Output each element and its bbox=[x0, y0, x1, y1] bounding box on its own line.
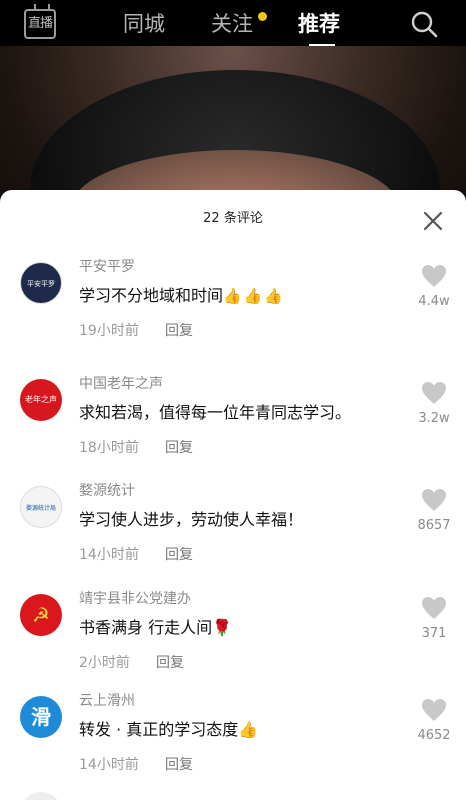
heart-icon[interactable] bbox=[421, 381, 447, 405]
reply-button[interactable]: 回复 bbox=[156, 652, 184, 672]
comment-item: 婺源统计局 婺源统计 学习使人进步，劳动使人幸福！ 14小时前 回复 8657 bbox=[0, 480, 466, 588]
comment-text-body: 书香满身 行走人间 bbox=[79, 618, 213, 637]
comments-count-title: 22 条评论 bbox=[203, 211, 263, 226]
comment-text-body: 转发 · 真正的学习态度 bbox=[79, 720, 239, 739]
avatar-logo-text: 平安平罗 bbox=[27, 280, 55, 288]
notification-dot bbox=[258, 12, 267, 21]
comment-time: 14小时前 bbox=[79, 757, 139, 773]
comment-time: 14小时前 bbox=[79, 547, 139, 563]
live-icon-label: 直播 bbox=[27, 16, 53, 31]
comment-username[interactable]: 云上滑州 bbox=[79, 690, 135, 710]
heart-icon[interactable] bbox=[421, 264, 447, 288]
avatar[interactable]: 老年之声 bbox=[20, 379, 62, 421]
tab-recommend[interactable]: 推荐 bbox=[298, 9, 340, 39]
avatar[interactable]: 婺源统计局 bbox=[20, 486, 62, 528]
reply-button[interactable]: 回复 bbox=[165, 320, 193, 340]
avatar-logo-text: 老年之声 bbox=[25, 395, 57, 404]
heart-icon[interactable] bbox=[421, 698, 447, 722]
comment-username[interactable]: 平安平罗 bbox=[79, 256, 135, 276]
thumbs-up-emoji: 👍👍👍 bbox=[223, 287, 286, 305]
reply-button[interactable]: 回复 bbox=[165, 544, 193, 564]
like-count: 4.4w bbox=[418, 294, 450, 309]
tab-follow[interactable]: 关注 bbox=[211, 9, 253, 39]
comment-text-body: 学习不分地域和时间 bbox=[79, 286, 224, 305]
like-count: 371 bbox=[421, 626, 447, 641]
comment-text: 转发 · 真正的学习态度👍 bbox=[79, 716, 258, 740]
like-count: 3.2w bbox=[418, 411, 450, 426]
comment-text: 学习使人进步，劳动使人幸福！ bbox=[79, 510, 304, 529]
comment-username[interactable]: 靖宇县非公党建办 bbox=[79, 588, 191, 608]
thumbs-up-emoji: 👍 bbox=[238, 720, 259, 739]
comment-text: 学习不分地域和时间👍👍👍 bbox=[79, 282, 285, 306]
comment-item: 老年之声 中国老年之声 求知若渴，值得每一位年青同志学习。 18小时前 回复 3… bbox=[0, 373, 466, 481]
reply-button[interactable]: 回复 bbox=[165, 437, 193, 457]
tab-local[interactable]: 同城 bbox=[123, 9, 165, 39]
comment-text: 书香满身 行走人间🌹 bbox=[79, 614, 232, 638]
comment-item: 平安平罗 平安平罗 学习不分地域和时间👍👍👍 19小时前 回复 4.4w bbox=[0, 256, 466, 364]
avatar[interactable]: 滑 bbox=[20, 696, 62, 738]
avatar-logo-text: 婺源统计局 bbox=[25, 505, 56, 512]
heart-icon[interactable] bbox=[421, 596, 447, 620]
comment-item: ☭ 靖宇县非公党建办 书香满身 行走人间🌹 2小时前 回复 371 bbox=[0, 588, 466, 696]
active-tab-underline bbox=[309, 44, 335, 46]
app-screen: 直播 同城 关注 推荐 22 条评论 平安平罗 平安平罗 学习不分地域和时间👍👍… bbox=[0, 0, 466, 800]
avatar[interactable]: 平安平罗 bbox=[20, 262, 62, 304]
comment-username[interactable]: 婺源统计 bbox=[79, 480, 135, 500]
comment-username[interactable]: 中国老年之声 bbox=[79, 373, 163, 393]
comment-time: 18小时前 bbox=[79, 440, 139, 456]
comment-item: 滑 云上滑州 转发 · 真正的学习态度👍 14小时前 回复 4652 bbox=[0, 690, 466, 798]
like-count: 8657 bbox=[417, 518, 451, 533]
comments-panel: 22 条评论 平安平罗 平安平罗 学习不分地域和时间👍👍👍 19小时前 回复 4… bbox=[0, 190, 466, 800]
top-nav-bar: 直播 同城 关注 推荐 bbox=[0, 0, 466, 46]
like-count: 4652 bbox=[417, 728, 451, 743]
live-icon[interactable]: 直播 bbox=[24, 9, 56, 39]
comment-time: 19小时前 bbox=[79, 323, 139, 339]
comment-time: 2小时前 bbox=[79, 655, 130, 671]
reply-button[interactable]: 回复 bbox=[165, 754, 193, 774]
close-icon[interactable] bbox=[420, 208, 446, 234]
avatar-logo-text: ☭ bbox=[32, 603, 50, 627]
rose-emoji: 🌹 bbox=[212, 618, 233, 637]
comment-text: 求知若渴，值得每一位年青同志学习。 bbox=[79, 403, 352, 422]
avatar-logo-text: 滑 bbox=[31, 705, 51, 729]
heart-icon[interactable] bbox=[421, 488, 447, 512]
search-icon[interactable] bbox=[410, 10, 438, 38]
avatar[interactable]: ☭ bbox=[20, 594, 62, 636]
